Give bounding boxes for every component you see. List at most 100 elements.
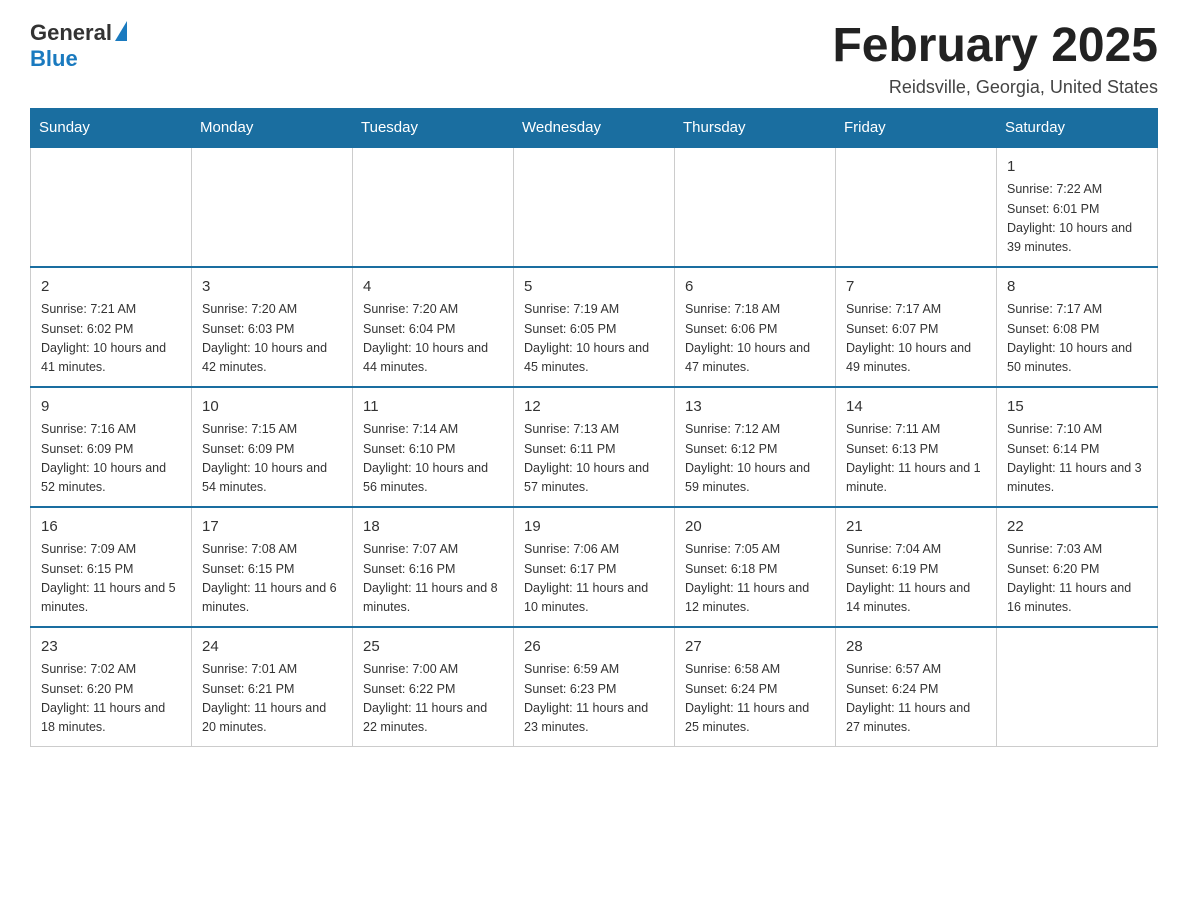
calendar-cell: 4Sunrise: 7:20 AM Sunset: 6:04 PM Daylig… [353, 267, 514, 387]
day-number: 13 [685, 396, 825, 419]
calendar-cell [514, 147, 675, 267]
day-number: 11 [363, 396, 503, 419]
day-number: 16 [41, 516, 181, 539]
calendar-cell: 23Sunrise: 7:02 AM Sunset: 6:20 PM Dayli… [31, 627, 192, 747]
day-info: Sunrise: 7:17 AM Sunset: 6:07 PM Dayligh… [846, 300, 986, 378]
day-number: 12 [524, 396, 664, 419]
calendar-cell: 17Sunrise: 7:08 AM Sunset: 6:15 PM Dayli… [192, 507, 353, 627]
calendar-cell: 22Sunrise: 7:03 AM Sunset: 6:20 PM Dayli… [997, 507, 1158, 627]
day-info: Sunrise: 6:59 AM Sunset: 6:23 PM Dayligh… [524, 660, 664, 738]
day-number: 7 [846, 276, 986, 299]
calendar-week-row: 1Sunrise: 7:22 AM Sunset: 6:01 PM Daylig… [31, 147, 1158, 267]
calendar-table: SundayMondayTuesdayWednesdayThursdayFrid… [30, 108, 1158, 747]
title-section: February 2025 Reidsville, Georgia, Unite… [832, 20, 1158, 98]
calendar-cell: 2Sunrise: 7:21 AM Sunset: 6:02 PM Daylig… [31, 267, 192, 387]
calendar-cell: 3Sunrise: 7:20 AM Sunset: 6:03 PM Daylig… [192, 267, 353, 387]
day-info: Sunrise: 7:11 AM Sunset: 6:13 PM Dayligh… [846, 420, 986, 498]
day-info: Sunrise: 7:07 AM Sunset: 6:16 PM Dayligh… [363, 540, 503, 618]
calendar-cell: 25Sunrise: 7:00 AM Sunset: 6:22 PM Dayli… [353, 627, 514, 747]
day-number: 2 [41, 276, 181, 299]
calendar-cell: 7Sunrise: 7:17 AM Sunset: 6:07 PM Daylig… [836, 267, 997, 387]
calendar-cell [675, 147, 836, 267]
calendar-cell: 20Sunrise: 7:05 AM Sunset: 6:18 PM Dayli… [675, 507, 836, 627]
day-number: 14 [846, 396, 986, 419]
day-number: 24 [202, 636, 342, 659]
calendar-header-wednesday: Wednesday [514, 108, 675, 147]
logo-triangle-icon [115, 21, 127, 41]
day-number: 28 [846, 636, 986, 659]
calendar-cell: 13Sunrise: 7:12 AM Sunset: 6:12 PM Dayli… [675, 387, 836, 507]
logo-general-text: General [30, 20, 112, 46]
day-number: 25 [363, 636, 503, 659]
day-info: Sunrise: 7:01 AM Sunset: 6:21 PM Dayligh… [202, 660, 342, 738]
page-header: General Blue February 2025 Reidsville, G… [30, 20, 1158, 98]
day-number: 21 [846, 516, 986, 539]
calendar-header-saturday: Saturday [997, 108, 1158, 147]
day-number: 9 [41, 396, 181, 419]
calendar-header-friday: Friday [836, 108, 997, 147]
day-info: Sunrise: 7:15 AM Sunset: 6:09 PM Dayligh… [202, 420, 342, 498]
calendar-cell: 8Sunrise: 7:17 AM Sunset: 6:08 PM Daylig… [997, 267, 1158, 387]
day-info: Sunrise: 6:57 AM Sunset: 6:24 PM Dayligh… [846, 660, 986, 738]
day-info: Sunrise: 7:05 AM Sunset: 6:18 PM Dayligh… [685, 540, 825, 618]
day-number: 17 [202, 516, 342, 539]
day-number: 27 [685, 636, 825, 659]
calendar-cell: 10Sunrise: 7:15 AM Sunset: 6:09 PM Dayli… [192, 387, 353, 507]
calendar-week-row: 9Sunrise: 7:16 AM Sunset: 6:09 PM Daylig… [31, 387, 1158, 507]
calendar-cell [31, 147, 192, 267]
day-number: 22 [1007, 516, 1147, 539]
calendar-cell: 1Sunrise: 7:22 AM Sunset: 6:01 PM Daylig… [997, 147, 1158, 267]
logo-blue-text: Blue [30, 46, 78, 71]
calendar-cell: 14Sunrise: 7:11 AM Sunset: 6:13 PM Dayli… [836, 387, 997, 507]
calendar-week-row: 2Sunrise: 7:21 AM Sunset: 6:02 PM Daylig… [31, 267, 1158, 387]
day-number: 4 [363, 276, 503, 299]
day-info: Sunrise: 7:18 AM Sunset: 6:06 PM Dayligh… [685, 300, 825, 378]
day-info: Sunrise: 7:09 AM Sunset: 6:15 PM Dayligh… [41, 540, 181, 618]
day-number: 6 [685, 276, 825, 299]
day-info: Sunrise: 7:20 AM Sunset: 6:04 PM Dayligh… [363, 300, 503, 378]
calendar-cell [353, 147, 514, 267]
calendar-cell: 6Sunrise: 7:18 AM Sunset: 6:06 PM Daylig… [675, 267, 836, 387]
calendar-cell [192, 147, 353, 267]
calendar-cell: 24Sunrise: 7:01 AM Sunset: 6:21 PM Dayli… [192, 627, 353, 747]
calendar-week-row: 23Sunrise: 7:02 AM Sunset: 6:20 PM Dayli… [31, 627, 1158, 747]
day-number: 10 [202, 396, 342, 419]
calendar-cell: 26Sunrise: 6:59 AM Sunset: 6:23 PM Dayli… [514, 627, 675, 747]
day-info: Sunrise: 7:10 AM Sunset: 6:14 PM Dayligh… [1007, 420, 1147, 498]
calendar-cell [997, 627, 1158, 747]
calendar-cell [836, 147, 997, 267]
day-info: Sunrise: 7:08 AM Sunset: 6:15 PM Dayligh… [202, 540, 342, 618]
day-number: 1 [1007, 156, 1147, 179]
day-number: 8 [1007, 276, 1147, 299]
day-info: Sunrise: 7:06 AM Sunset: 6:17 PM Dayligh… [524, 540, 664, 618]
day-info: Sunrise: 7:16 AM Sunset: 6:09 PM Dayligh… [41, 420, 181, 498]
calendar-cell: 18Sunrise: 7:07 AM Sunset: 6:16 PM Dayli… [353, 507, 514, 627]
day-info: Sunrise: 7:22 AM Sunset: 6:01 PM Dayligh… [1007, 180, 1147, 258]
day-number: 26 [524, 636, 664, 659]
day-number: 19 [524, 516, 664, 539]
calendar-header-monday: Monday [192, 108, 353, 147]
day-number: 23 [41, 636, 181, 659]
calendar-cell: 12Sunrise: 7:13 AM Sunset: 6:11 PM Dayli… [514, 387, 675, 507]
day-info: Sunrise: 7:03 AM Sunset: 6:20 PM Dayligh… [1007, 540, 1147, 618]
calendar-cell: 28Sunrise: 6:57 AM Sunset: 6:24 PM Dayli… [836, 627, 997, 747]
month-title: February 2025 [832, 20, 1158, 73]
calendar-header-tuesday: Tuesday [353, 108, 514, 147]
day-number: 18 [363, 516, 503, 539]
day-info: Sunrise: 7:00 AM Sunset: 6:22 PM Dayligh… [363, 660, 503, 738]
calendar-header-thursday: Thursday [675, 108, 836, 147]
calendar-cell: 19Sunrise: 7:06 AM Sunset: 6:17 PM Dayli… [514, 507, 675, 627]
calendar-week-row: 16Sunrise: 7:09 AM Sunset: 6:15 PM Dayli… [31, 507, 1158, 627]
calendar-header-sunday: Sunday [31, 108, 192, 147]
logo: General Blue [30, 20, 127, 72]
calendar-cell: 9Sunrise: 7:16 AM Sunset: 6:09 PM Daylig… [31, 387, 192, 507]
calendar-cell: 11Sunrise: 7:14 AM Sunset: 6:10 PM Dayli… [353, 387, 514, 507]
calendar-cell: 15Sunrise: 7:10 AM Sunset: 6:14 PM Dayli… [997, 387, 1158, 507]
day-number: 3 [202, 276, 342, 299]
calendar-cell: 16Sunrise: 7:09 AM Sunset: 6:15 PM Dayli… [31, 507, 192, 627]
day-info: Sunrise: 7:21 AM Sunset: 6:02 PM Dayligh… [41, 300, 181, 378]
calendar-header-row: SundayMondayTuesdayWednesdayThursdayFrid… [31, 108, 1158, 147]
day-info: Sunrise: 7:14 AM Sunset: 6:10 PM Dayligh… [363, 420, 503, 498]
calendar-cell: 27Sunrise: 6:58 AM Sunset: 6:24 PM Dayli… [675, 627, 836, 747]
day-info: Sunrise: 7:20 AM Sunset: 6:03 PM Dayligh… [202, 300, 342, 378]
